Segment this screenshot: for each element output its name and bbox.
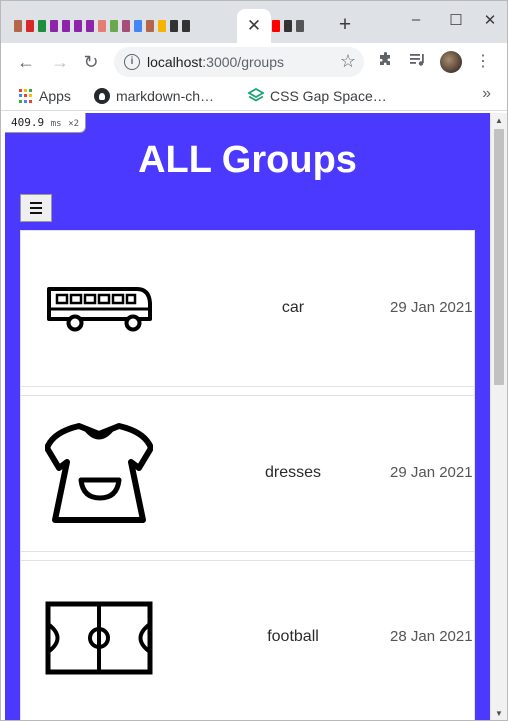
- extensions-puzzle-icon[interactable]: [376, 52, 396, 72]
- github-icon: [94, 88, 110, 104]
- url-text[interactable]: localhost:3000/groups: [147, 54, 284, 70]
- back-button[interactable]: ←: [15, 51, 37, 73]
- bookmarks-bar: Apps markdown-ch… CSS Gap Space… »: [1, 81, 507, 111]
- group-date: 29 Jan 2021: [390, 464, 473, 481]
- group-card[interactable]: car 29 Jan 2021: [20, 230, 475, 387]
- tab-favicon-icon[interactable]: [73, 17, 83, 35]
- tab-favicon-icon[interactable]: [37, 17, 47, 35]
- tab-favicon-icon[interactable]: [25, 17, 35, 35]
- bookmark-css-gap[interactable]: CSS Gap Space…: [247, 87, 387, 105]
- url-host: localhost: [147, 54, 203, 70]
- card-divider: [20, 387, 475, 395]
- bookmark-label: CSS Gap Space…: [270, 88, 387, 104]
- bookmark-label: Apps: [39, 88, 71, 104]
- tab-favicon-icon[interactable]: [13, 17, 23, 35]
- menu-bar: [30, 202, 42, 204]
- address-bar[interactable]: i localhost:3000/groups ☆: [114, 47, 364, 77]
- more-tabs[interactable]: [271, 17, 305, 35]
- media-queue-icon[interactable]: [408, 52, 428, 72]
- forward-button[interactable]: →: [49, 51, 71, 73]
- url-path: :3000/groups: [202, 54, 284, 70]
- css-layers-icon: [247, 87, 265, 104]
- maximize-button[interactable]: ☐: [446, 11, 466, 29]
- group-name: car: [281, 299, 305, 316]
- tab-favicon-icon[interactable]: [133, 17, 143, 35]
- tab-favicon-icon[interactable]: [145, 17, 155, 35]
- bus-icon: [45, 283, 153, 338]
- site-info-icon[interactable]: i: [124, 54, 140, 70]
- card-divider: [20, 552, 475, 560]
- group-name: dresses: [264, 464, 322, 481]
- youtube-favicon-icon[interactable]: [271, 17, 281, 35]
- pinned-tabs[interactable]: [13, 17, 191, 35]
- performance-overlay: 409.9 ms ×2: [5, 113, 87, 133]
- new-tab-button[interactable]: +: [335, 14, 355, 36]
- group-card[interactable]: dresses 29 Jan 2021: [20, 395, 475, 552]
- browser-menu-icon[interactable]: ⋮: [473, 52, 493, 72]
- scroll-down-arrow-icon[interactable]: ▼: [491, 706, 507, 720]
- bookmarks-overflow-button[interactable]: »: [482, 85, 491, 103]
- group-name: football: [267, 628, 319, 645]
- bookmark-star-icon[interactable]: ☆: [340, 51, 356, 72]
- tab-favicon-icon[interactable]: [121, 17, 131, 35]
- bookmark-label: markdown-ch…: [116, 88, 215, 104]
- scrollbar-thumb[interactable]: [494, 129, 504, 385]
- bookmark-apps[interactable]: Apps: [19, 87, 71, 105]
- group-card[interactable]: football 28 Jan 2021: [20, 560, 475, 720]
- perf-unit: ms: [50, 119, 62, 129]
- football-pitch-icon: [45, 601, 153, 680]
- menu-bar: [30, 207, 42, 209]
- hamburger-menu-button[interactable]: [20, 194, 52, 222]
- page-viewport: 409.9 ms ×2 ALL Groups car 29 Jan 2021 d…: [5, 113, 490, 720]
- scroll-up-arrow-icon[interactable]: ▲: [491, 113, 507, 129]
- page-title: ALL Groups: [138, 139, 357, 181]
- perf-scale: ×2: [68, 119, 80, 129]
- group-date: 29 Jan 2021: [390, 299, 473, 316]
- tab-favicon-icon[interactable]: [97, 17, 107, 35]
- perf-value: 409.9: [11, 116, 45, 129]
- tab-favicon-icon[interactable]: [61, 17, 71, 35]
- tab-favicon-icon[interactable]: [283, 17, 293, 35]
- menu-bar: [30, 212, 42, 214]
- tab-favicon-icon[interactable]: [109, 17, 119, 35]
- browser-window: ✕ + – ☐ ✕ ← → ↻ i localhost:3000/groups …: [0, 0, 508, 721]
- active-tab-close-button[interactable]: ✕: [237, 9, 271, 43]
- tab-favicon-icon[interactable]: [49, 17, 59, 35]
- dress-icon: [44, 422, 154, 529]
- minimize-button[interactable]: –: [406, 11, 426, 28]
- tab-favicon-icon[interactable]: [157, 17, 167, 35]
- group-date: 28 Jan 2021: [390, 628, 473, 645]
- apps-grid-icon: [19, 89, 33, 103]
- tab-strip: ✕ + – ☐ ✕: [1, 1, 507, 43]
- page-scrollbar[interactable]: ▲ ▼: [490, 113, 507, 720]
- profile-avatar[interactable]: [440, 51, 462, 73]
- tab-favicon-icon[interactable]: [85, 17, 95, 35]
- tab-favicon-icon[interactable]: [169, 17, 179, 35]
- close-window-button[interactable]: ✕: [480, 11, 500, 29]
- tab-favicon-icon[interactable]: [181, 17, 191, 35]
- browser-toolbar: ← → ↻ i localhost:3000/groups ☆ ⋮: [1, 43, 507, 81]
- bookmark-markdown[interactable]: markdown-ch…: [94, 87, 214, 105]
- reload-button[interactable]: ↻: [80, 51, 102, 73]
- tab-favicon-icon[interactable]: [295, 17, 305, 35]
